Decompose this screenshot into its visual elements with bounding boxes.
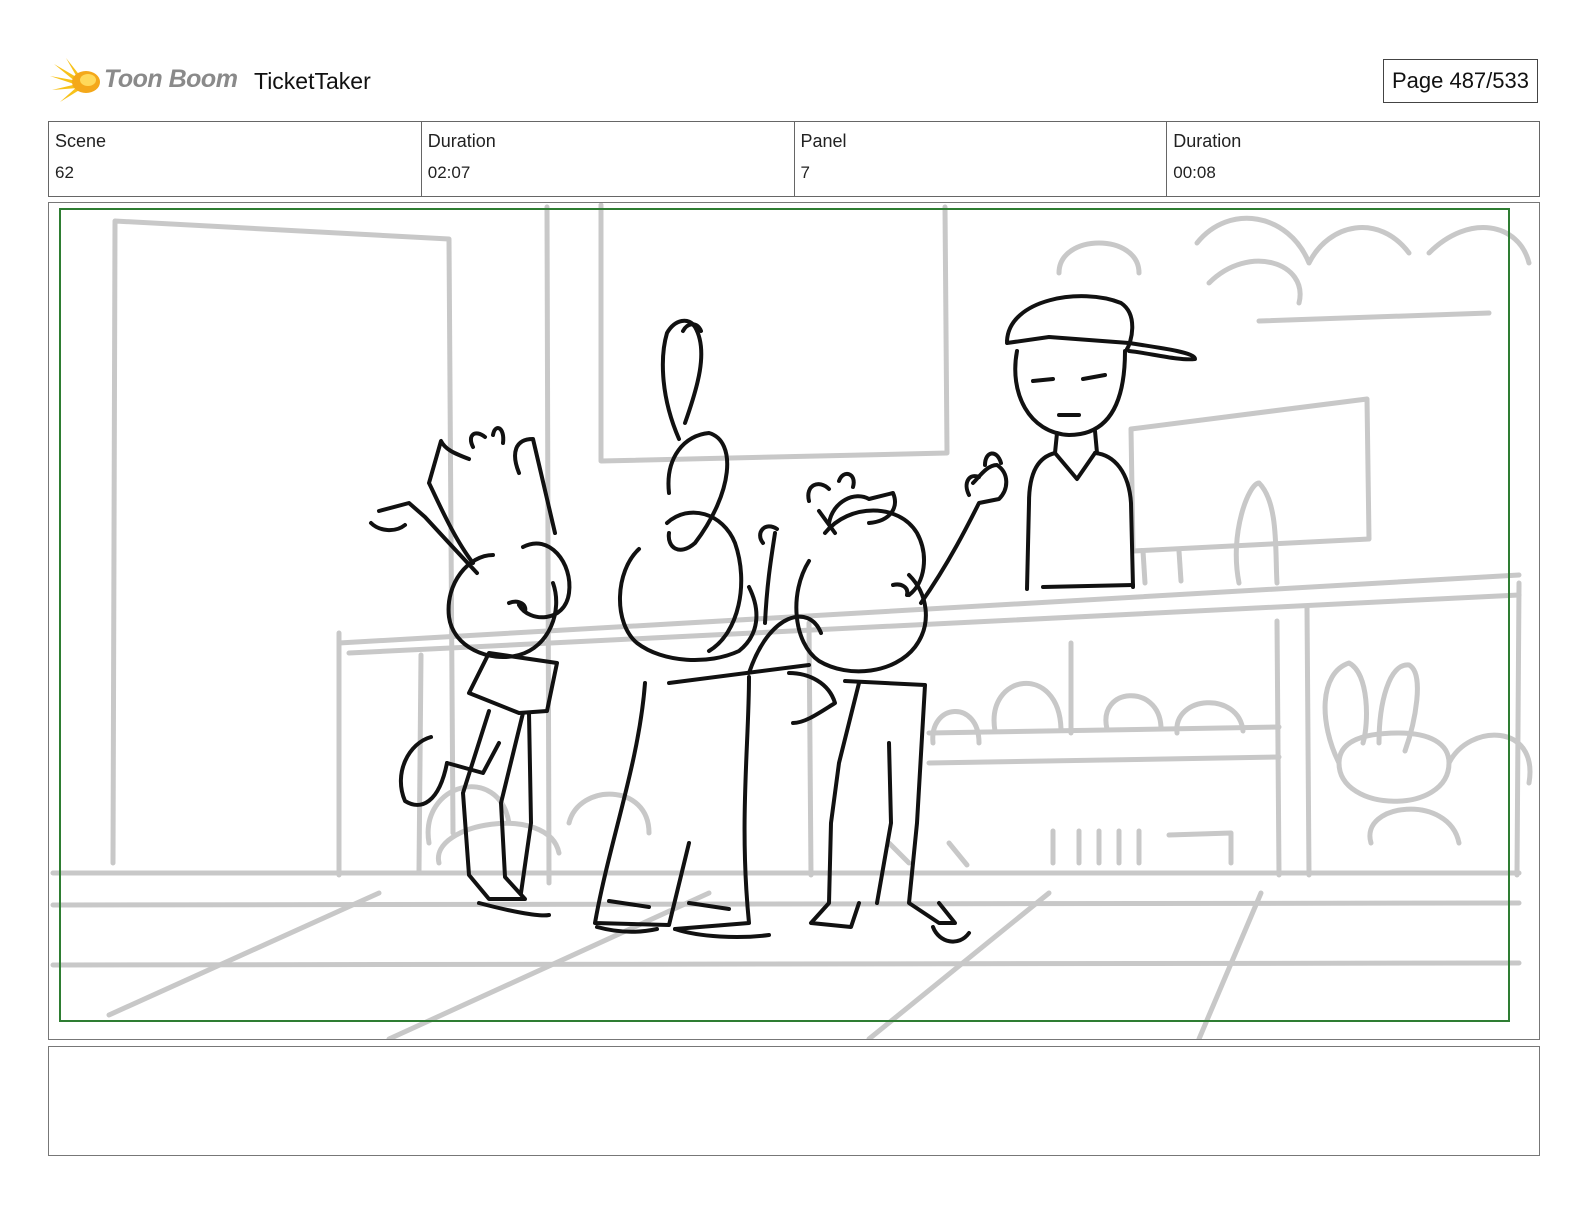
scene-duration-value: 02:07	[427, 163, 471, 182]
panel-label: Panel	[800, 131, 847, 151]
logo-wordmark: Toon Boom	[104, 65, 238, 93]
starburst-icon	[50, 58, 100, 102]
panel-duration-value: 00:08	[1173, 163, 1216, 182]
project-title: TicketTaker	[254, 68, 371, 94]
toon-boom-logo: Toon Boom	[48, 56, 248, 106]
storyboard-panel	[48, 202, 1540, 1040]
scene-duration-label: Duration	[427, 131, 496, 151]
scene-duration-cell: Duration 02:07	[422, 122, 795, 196]
scene-label: Scene	[55, 131, 107, 151]
panel-duration-cell: Duration 00:08	[1167, 122, 1539, 196]
page-indicator: Page 487/533	[1382, 59, 1538, 103]
panel-value: 7	[800, 163, 810, 182]
background-sketch	[50, 203, 1533, 1039]
panel-notes	[48, 1046, 1540, 1156]
storyboard-header: Toon Boom TicketTaker Page 487/533	[48, 56, 1538, 106]
scene-cell: Scene 62	[49, 122, 422, 196]
ticket-taker-face	[1013, 349, 1127, 437]
panel-duration-label: Duration	[1173, 131, 1242, 151]
kid2-head	[618, 547, 759, 662]
panel-sketch	[50, 203, 1533, 1039]
panel-cell: Panel 7	[795, 122, 1168, 196]
scene-info-bar: Scene 62 Duration 02:07 Panel 7 Duration…	[48, 121, 1540, 197]
scene-value: 62	[55, 163, 74, 182]
kid1-head	[446, 553, 559, 660]
